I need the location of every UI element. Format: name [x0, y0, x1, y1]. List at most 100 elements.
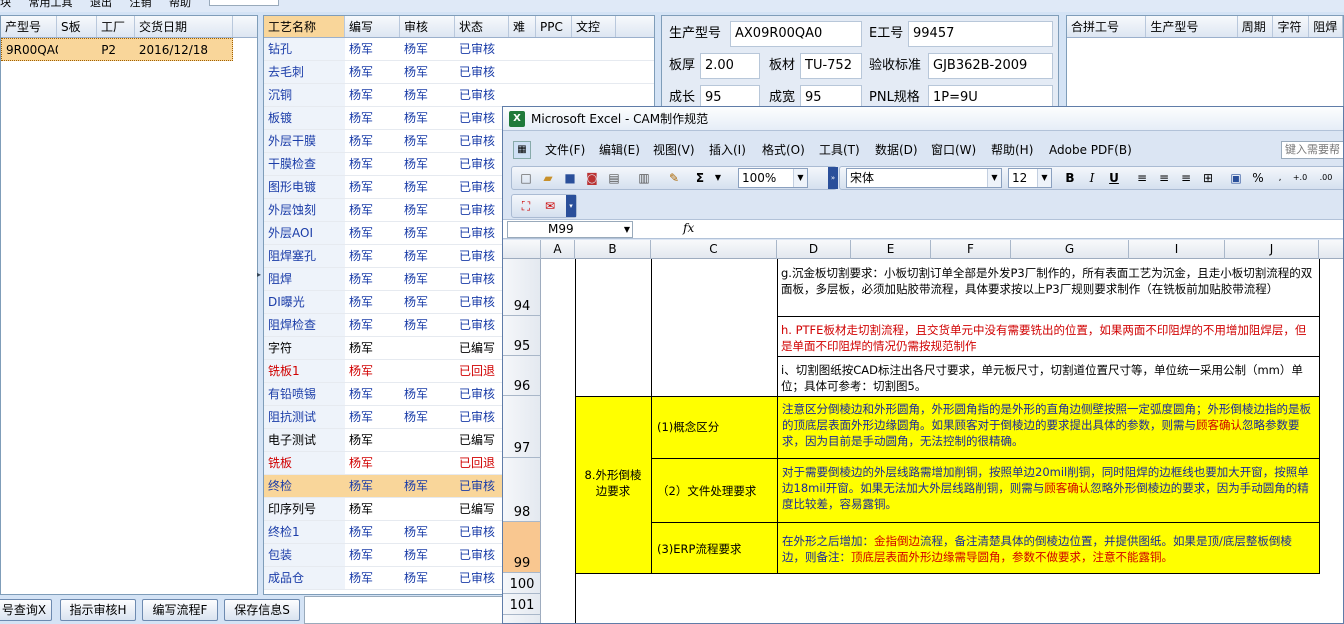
col-header-f[interactable]: F — [931, 240, 1011, 259]
thick-field[interactable]: 2.00 — [700, 53, 760, 79]
col-header-i[interactable]: I — [1129, 240, 1225, 259]
font-size-select[interactable]: 12 ▼ — [1008, 168, 1052, 188]
review-button[interactable]: 指示审核H — [60, 599, 136, 621]
zoom-select[interactable]: 100% ▼ — [738, 168, 808, 188]
fx-icon[interactable]: fx — [683, 221, 694, 235]
row-header-100[interactable]: 100 — [503, 573, 541, 594]
col-model[interactable]: 产型号 — [1, 16, 57, 37]
menu-window[interactable]: 窗口(W) — [931, 137, 976, 163]
table-row[interactable]: 去毛刺 杨军 杨军 已审核 — [264, 61, 654, 84]
model-field[interactable]: AX09R00QA0 — [730, 21, 862, 47]
menu-item-exit[interactable]: 退出 — [90, 0, 112, 8]
col-reviewer[interactable]: 审核 — [400, 16, 455, 37]
increase-decimal-icon[interactable]: +.0 — [1292, 170, 1308, 186]
menu-view[interactable]: 视图(V) — [653, 137, 695, 163]
col-header-g[interactable]: G — [1011, 240, 1129, 259]
print-preview-icon[interactable]: ▤ — [606, 170, 622, 186]
currency-icon[interactable]: ▣ — [1228, 170, 1244, 186]
col-status[interactable]: 状态 — [455, 16, 509, 37]
menu-item-logout[interactable]: 注销 — [130, 0, 152, 8]
pdf-toolbar-options-icon[interactable]: ▾ — [566, 195, 576, 217]
col-ppc[interactable]: PPC — [536, 16, 572, 37]
table-row[interactable]: 9R00QA0 P2 2016/12/18 — [1, 38, 233, 61]
col-writer[interactable]: 编写 — [345, 16, 400, 37]
select-all-corner[interactable] — [503, 240, 541, 259]
col-cycle[interactable]: 周期 — [1238, 16, 1274, 37]
splitter-handle[interactable]: ▸ — [257, 270, 263, 310]
menu-adobe-pdf[interactable]: Adobe PDF(B) — [1049, 137, 1132, 163]
save-icon[interactable]: ■ — [562, 170, 578, 186]
menu-item-help[interactable]: 帮助 — [169, 0, 191, 8]
col-header-next[interactable] — [1319, 240, 1343, 259]
menu-insert[interactable]: 插入(I) — [709, 137, 746, 163]
row-header-99[interactable]: 99 — [503, 522, 541, 573]
top-search-box[interactable] — [208, 0, 279, 6]
autosum-icon[interactable]: Σ — [692, 170, 708, 186]
new-icon[interactable]: □ — [518, 170, 534, 186]
cell-d95[interactable]: h. PTFE板材走切割流程，且交货单元中没有需要铣出的位置，如果两面不印阻焊的… — [777, 319, 1319, 356]
workbook-icon[interactable]: ▦ — [513, 141, 531, 159]
decrease-decimal-icon[interactable]: .00 — [1318, 170, 1334, 186]
write-flow-button[interactable]: 编写流程F — [142, 599, 218, 621]
pdf-email-icon[interactable]: ✉ — [542, 198, 558, 214]
menu-data[interactable]: 数据(D) — [875, 137, 918, 163]
table-row[interactable]: 沉铜 杨军 杨军 已审核 — [264, 84, 654, 107]
save-info-button[interactable]: 保存信息S — [224, 599, 300, 621]
col-header-d[interactable]: D — [777, 240, 851, 259]
col-factory[interactable]: 工厂 — [97, 16, 135, 37]
comma-icon[interactable]: , — [1272, 170, 1288, 186]
menu-file[interactable]: 文件(F) — [545, 137, 585, 163]
italic-icon[interactable]: I — [1084, 170, 1100, 186]
col-header-b[interactable]: B — [575, 240, 651, 259]
menu-tools[interactable]: 工具(T) — [819, 137, 860, 163]
cell-d96[interactable]: i、切割图纸按CAD标注出各尺寸要求，单元板尺寸，切割道位置尺寸等，单位统一采用… — [777, 359, 1319, 396]
underline-icon[interactable]: U — [1106, 170, 1122, 186]
table-row[interactable]: 钻孔 杨军 杨军 已审核 — [264, 38, 654, 61]
std-field[interactable]: GJB362B-2009 — [928, 53, 1053, 79]
permission-icon[interactable]: ◙ — [584, 170, 600, 186]
help-search-input[interactable]: 键入需要帮 — [1281, 141, 1343, 159]
menu-item-tools[interactable]: 常用工具 — [29, 0, 73, 8]
bold-icon[interactable]: B — [1062, 170, 1078, 186]
row-header-102[interactable] — [503, 615, 541, 623]
autosum-dropdown-icon[interactable]: ▼ — [710, 170, 726, 186]
row-header-96[interactable]: 96 — [503, 356, 541, 396]
print-icon[interactable]: ▥ — [636, 170, 652, 186]
col-merge-no[interactable]: 合拼工号 — [1067, 16, 1147, 37]
excel-window[interactable]: X Microsoft Excel - CAM制作规范 ▦ 文件(F) 编辑(E… — [502, 106, 1344, 624]
row-header-101[interactable]: 101 — [503, 594, 541, 615]
col-header-e[interactable]: E — [851, 240, 931, 259]
pdf-convert-icon[interactable]: ⛶ — [518, 198, 534, 214]
col-header-c[interactable]: C — [651, 240, 777, 259]
row-header-98[interactable]: 98 — [503, 458, 541, 522]
col-mask[interactable]: 阻焊 — [1309, 16, 1343, 37]
col-delivery-date[interactable]: 交货日期 — [135, 16, 233, 37]
font-select[interactable]: 宋体 ▼ — [846, 168, 1002, 188]
align-right-icon[interactable]: ≡ — [1178, 170, 1194, 186]
col-prod-model[interactable]: 生产型号 — [1146, 16, 1238, 37]
row-header-95[interactable]: 95 — [503, 316, 541, 356]
menu-format[interactable]: 格式(O) — [762, 137, 805, 163]
col-char[interactable]: 字符 — [1273, 16, 1310, 37]
align-left-icon[interactable]: ≡ — [1134, 170, 1150, 186]
col-header-a[interactable]: A — [541, 240, 575, 259]
col-doc-control[interactable]: 文控 — [572, 16, 616, 37]
query-button[interactable]: 号查询X — [0, 599, 52, 621]
material-field[interactable]: TU-752 — [800, 53, 862, 79]
menu-item-block[interactable]: 块 — [0, 0, 11, 8]
merge-center-icon[interactable]: ⊞ — [1200, 170, 1216, 186]
row-header-94[interactable]: 94 — [503, 259, 541, 316]
toolbar-options-icon[interactable]: » — [828, 167, 838, 189]
percent-icon[interactable]: % — [1250, 170, 1266, 186]
eno-field[interactable]: 99457 — [908, 21, 1053, 47]
row-header-97[interactable]: 97 — [503, 396, 541, 458]
col-header-j[interactable]: J — [1225, 240, 1319, 259]
col-process-name[interactable]: 工艺名称 — [264, 16, 345, 37]
menu-help[interactable]: 帮助(H) — [991, 137, 1033, 163]
spreadsheet[interactable]: A B C D E F G I J 94 95 96 97 98 99 100 … — [503, 240, 1343, 623]
open-icon[interactable]: ▰ — [540, 170, 556, 186]
align-center-icon[interactable]: ≡ — [1156, 170, 1172, 186]
menu-edit[interactable]: 编辑(E) — [599, 137, 640, 163]
name-box[interactable]: M99 ▼ — [507, 221, 633, 238]
cell-d94[interactable]: g.沉金板切割要求：小板切割订单全部是外发P3厂制作的，所有表面工艺为沉金，且走… — [777, 262, 1319, 316]
